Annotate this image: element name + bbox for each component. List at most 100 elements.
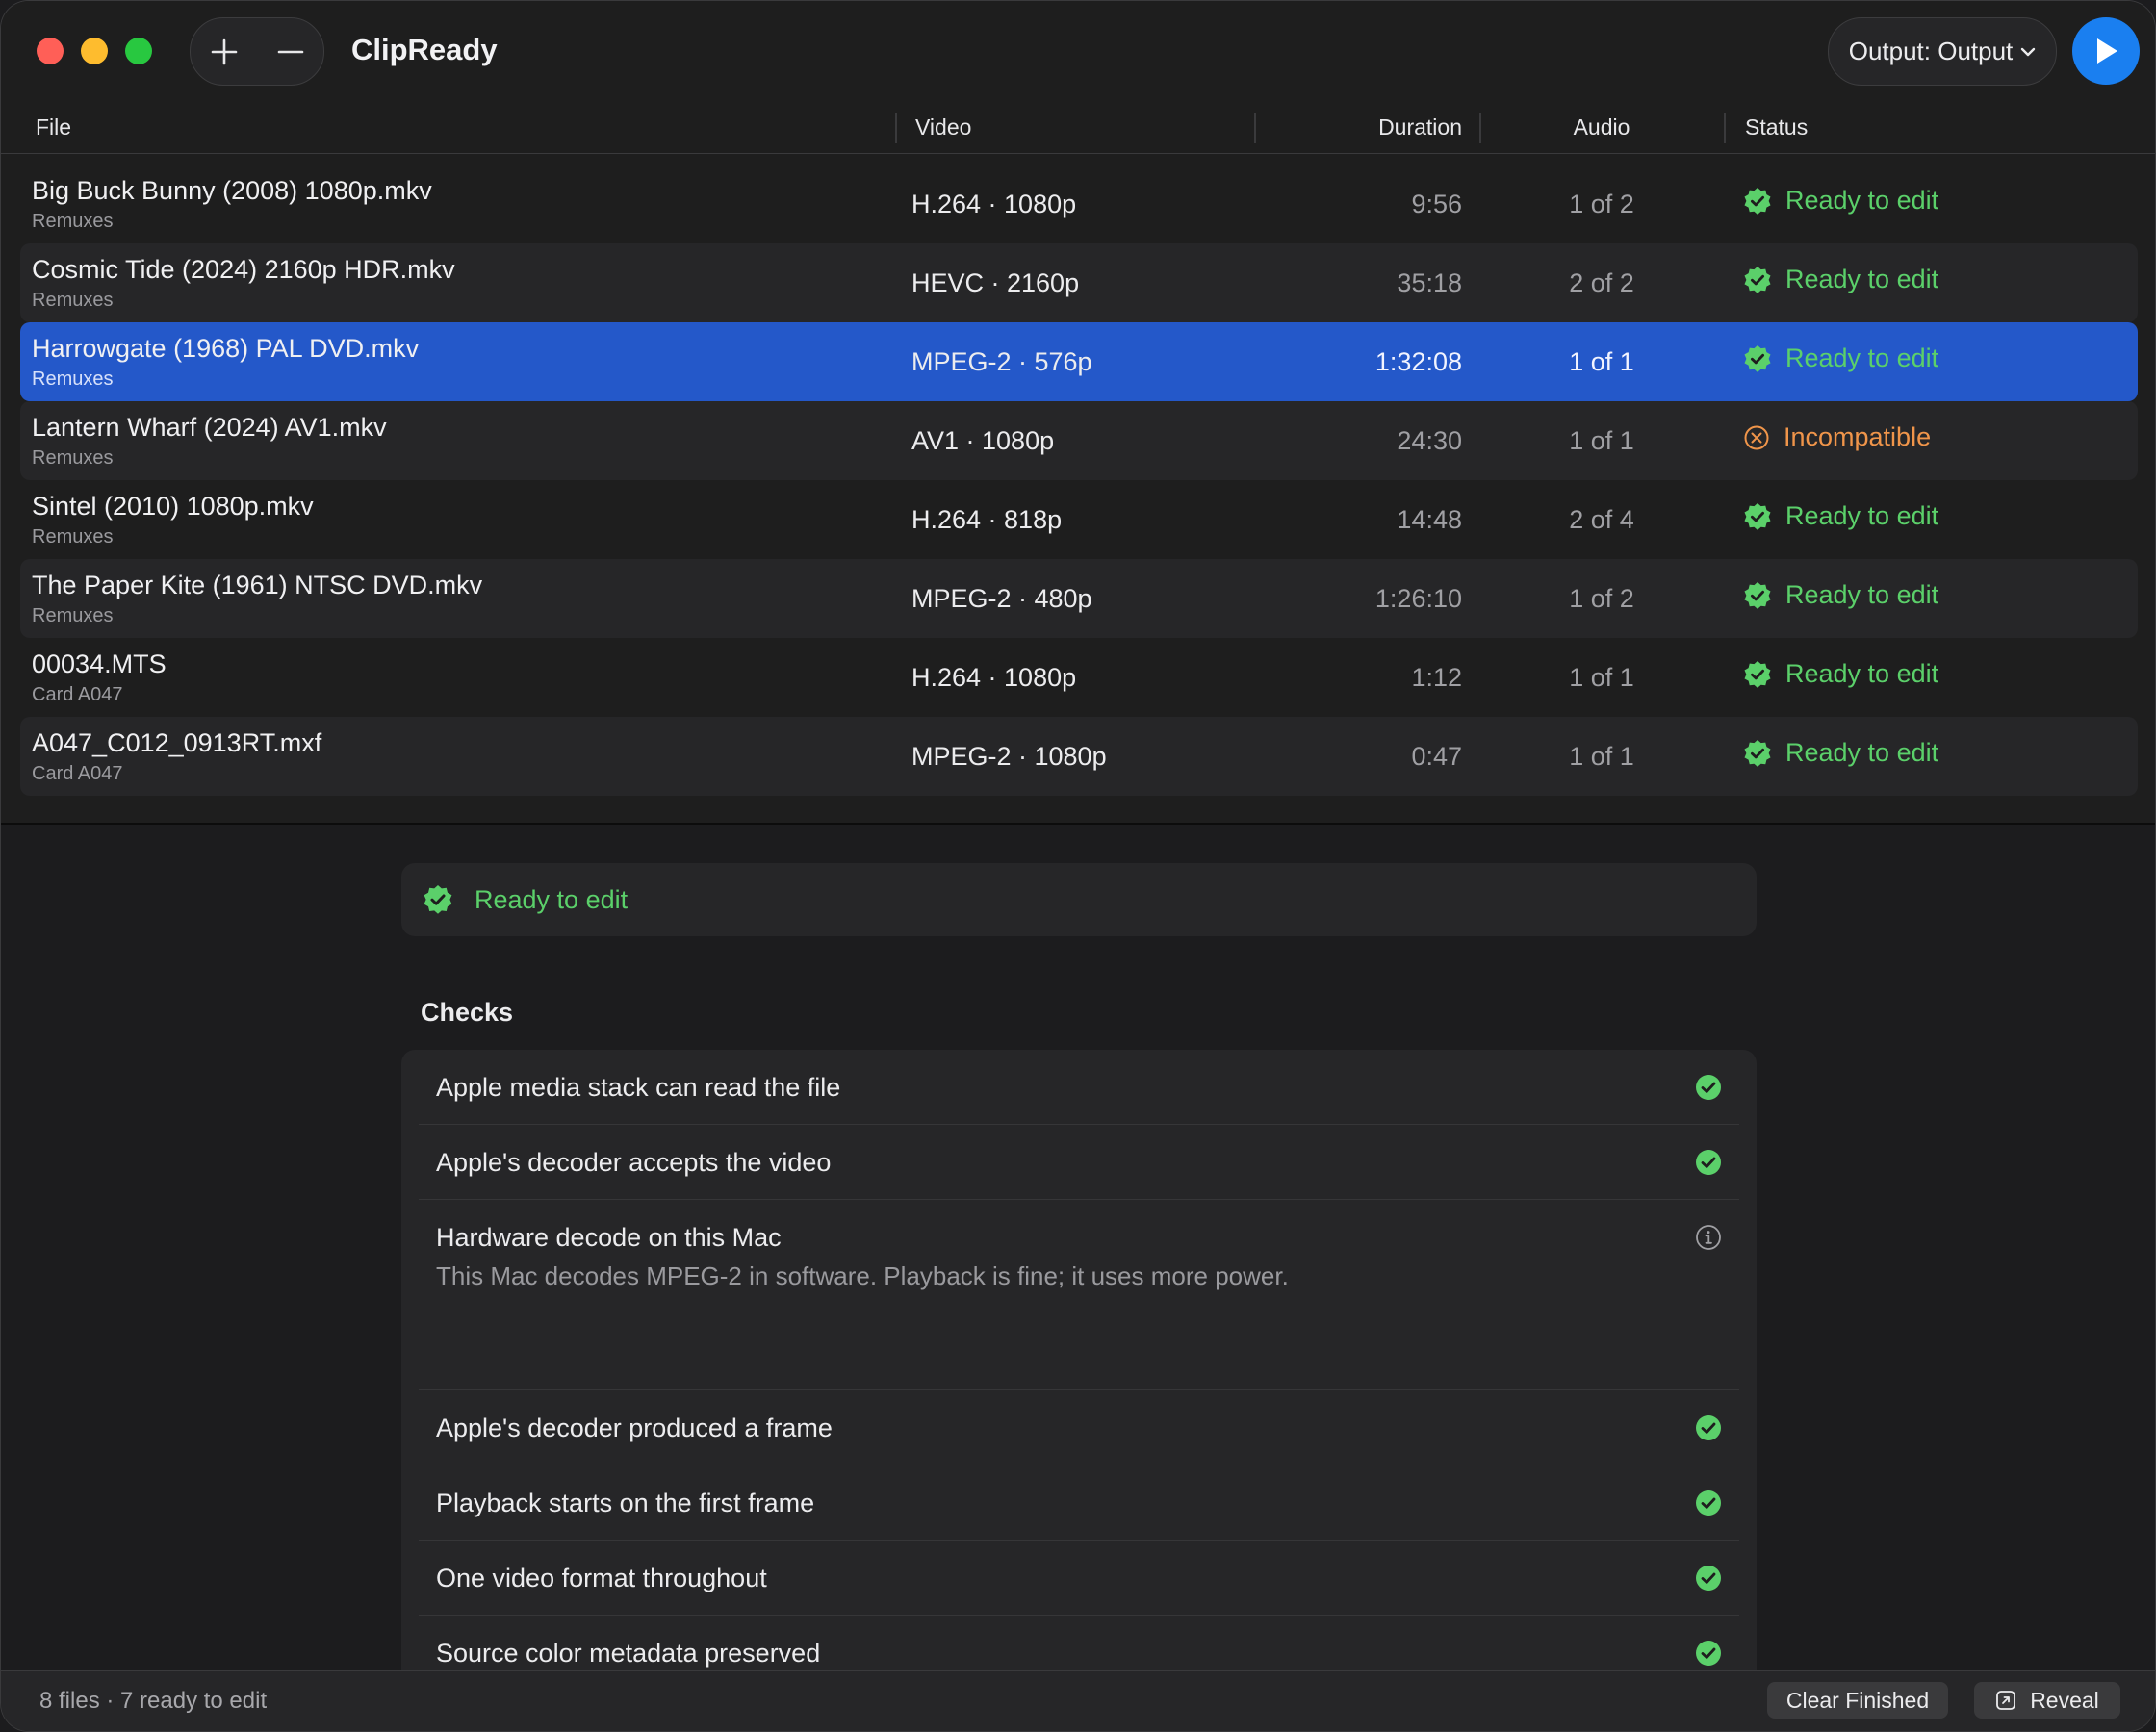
minus-icon [277, 50, 303, 53]
check-note: This Mac decodes MPEG-2 in software. Pla… [436, 1261, 1289, 1290]
video-format: MPEG-2 · 1080p [911, 742, 1107, 771]
clear-finished-label: Clear Finished [1785, 1687, 1930, 1713]
check-label: Source color metadata preserved [436, 1639, 821, 1668]
check-status [1695, 1149, 1722, 1176]
output-menu-label: Output: Output [1848, 37, 2014, 65]
column-header-audio[interactable]: Audio [1481, 101, 1722, 153]
audio-tracks: 1 of 2 [1569, 190, 1634, 218]
play-icon [2097, 38, 2118, 64]
audio-tracks: 1 of 1 [1569, 742, 1634, 771]
minimize-window-button[interactable] [81, 38, 108, 64]
check-pass-icon [1696, 1150, 1721, 1175]
file-group: Remuxes [32, 526, 114, 548]
file-status-text: Ready to edit [1785, 738, 1939, 767]
column-header-file[interactable]: File [36, 101, 71, 153]
file-group: Remuxes [32, 605, 114, 626]
add-remove-control [190, 17, 324, 86]
duration: 14:48 [1397, 505, 1462, 534]
file-name: 00034.MTS [32, 650, 167, 678]
reveal-label: Reveal [2030, 1687, 2099, 1713]
verified-badge-icon [1744, 660, 1771, 688]
check-pass-icon [1696, 1415, 1721, 1440]
file-row[interactable]: Harrowgate (1968) PAL DVD.mkv Remuxes MPEG… [20, 322, 2138, 401]
file-row[interactable]: Big Buck Bunny (2008) 1080p.mkv Remuxes H.… [20, 165, 2138, 243]
audio-tracks: 2 of 4 [1569, 505, 1634, 534]
check-row: Apple's decoder accepts the video [419, 1125, 1739, 1200]
title-bar: ClipReady Output: Output [1, 1, 2155, 101]
column-resize-handle[interactable] [1724, 113, 1726, 143]
file-status: Ready to edit [1743, 186, 1938, 216]
close-window-button[interactable] [37, 38, 64, 64]
file-group: Remuxes [32, 211, 114, 232]
video-format: H.264 · 818p [911, 505, 1063, 534]
duration: 1:12 [1411, 663, 1462, 692]
info-icon[interactable] [1695, 1224, 1722, 1251]
check-pass-icon [1696, 1641, 1721, 1666]
incompatible-x-icon [1744, 425, 1769, 449]
verified-badge-icon [1744, 739, 1771, 767]
verified-badge-icon [1744, 344, 1771, 372]
add-file-button[interactable] [191, 18, 257, 85]
file-row[interactable]: 00034.MTS Card A047 H.264 · 1080p 1:12 1 of … [20, 638, 2138, 717]
file-status-text: Ready to edit [1785, 580, 1939, 609]
check-label: One video format throughout [436, 1564, 767, 1592]
file-status-text: Ready to edit [1785, 501, 1939, 530]
file-status: Ready to edit [1743, 659, 1938, 689]
file-name: Sintel (2010) 1080p.mkv [32, 492, 314, 521]
check-row: Hardware decode on this Mac This Mac deco… [419, 1200, 1739, 1390]
duration: 1:26:10 [1374, 584, 1462, 613]
column-header-video[interactable]: Video [915, 101, 971, 153]
video-format: H.264 · 1080p [911, 190, 1077, 218]
file-group: Remuxes [32, 447, 114, 469]
duration: 35:18 [1397, 268, 1462, 297]
file-row[interactable]: A047_C012_0913RT.mxf Card A047 MPEG-2 · 10… [20, 717, 2138, 796]
audio-tracks: 1 of 1 [1569, 347, 1634, 376]
video-format: AV1 · 1080p [911, 426, 1055, 455]
column-header-duration[interactable]: Duration [1252, 101, 1462, 153]
start-button[interactable] [2072, 17, 2140, 85]
file-name: Harrowgate (1968) PAL DVD.mkv [32, 334, 420, 363]
file-row[interactable]: Cosmic Tide (2024) 2160p HDR.mkv Remuxes H… [20, 243, 2138, 322]
check-row: Apple's decoder produced a frame [419, 1390, 1739, 1465]
detail-pane: Ready to edit Checks Apple media stack c… [1, 825, 2155, 1671]
verified-badge-icon [1744, 266, 1771, 293]
video-format: HEVC · 2160p [911, 268, 1080, 297]
file-status-text: Ready to edit [1785, 659, 1939, 688]
zoom-window-button[interactable] [125, 38, 152, 64]
file-status-text: Ready to edit [1785, 265, 1939, 293]
clear-finished-button[interactable]: Clear Finished [1767, 1682, 1948, 1719]
summary-status-card: Ready to edit [401, 863, 1757, 936]
file-row[interactable]: Lantern Wharf (2024) AV1.mkv Remuxes AV1 ·… [20, 401, 2138, 480]
file-name: A047_C012_0913RT.mxf [32, 728, 322, 757]
column-resize-handle[interactable] [895, 113, 897, 143]
check-row: Playback starts on the first frame [419, 1465, 1739, 1541]
column-header-status[interactable]: Status [1745, 101, 1808, 153]
file-status: Ready to edit [1743, 501, 1938, 531]
verified-badge-icon [424, 885, 452, 914]
file-name: Cosmic Tide (2024) 2160p HDR.mkv [32, 255, 455, 284]
video-format: H.264 · 1080p [911, 663, 1077, 692]
check-label: Playback starts on the first frame [436, 1489, 815, 1517]
check-label: Apple's decoder accepts the video [436, 1148, 832, 1177]
reveal-in-finder-icon [1996, 1691, 2016, 1710]
check-pass-icon [1696, 1075, 1721, 1100]
verified-badge-icon [1744, 581, 1771, 609]
check-label: Hardware decode on this Mac [436, 1223, 782, 1252]
duration: 0:47 [1411, 742, 1462, 771]
file-row[interactable]: The Paper Kite (1961) NTSC DVD.mkv Remuxe… [20, 559, 2138, 638]
file-status: Incompatible [1743, 422, 1931, 452]
reveal-button[interactable]: Reveal [1974, 1682, 2120, 1719]
file-name: Big Buck Bunny (2008) 1080p.mkv [32, 176, 432, 205]
summary-status-text: Ready to edit [475, 884, 629, 914]
audio-tracks: 2 of 2 [1569, 268, 1634, 297]
file-row[interactable]: Sintel (2010) 1080p.mkv Remuxes H.264 · 81… [20, 480, 2138, 559]
chevron-down-icon [2021, 47, 2036, 56]
audio-tracks: 1 of 1 [1569, 426, 1634, 455]
check-status [1695, 1224, 1722, 1251]
check-pass-icon [1696, 1566, 1721, 1591]
output-menu-button[interactable]: Output: Output [1828, 17, 2057, 86]
verified-badge-icon [1744, 187, 1771, 215]
check-status [1695, 1414, 1722, 1441]
file-status: Ready to edit [1743, 344, 1938, 373]
remove-file-button[interactable] [257, 18, 323, 85]
